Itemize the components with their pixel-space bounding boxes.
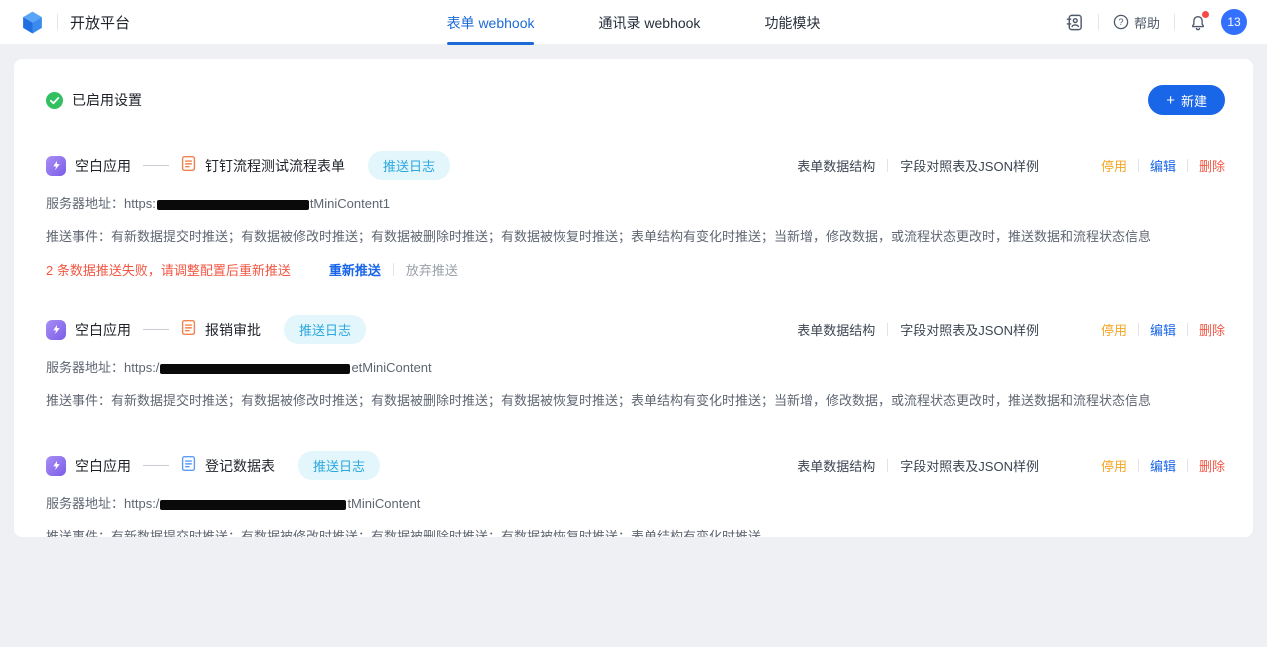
redacted-url <box>160 500 346 510</box>
webhook-item: 空白应用 钉钉流程测试流程表单 推送日志 表单数据结构 字段对照表及JSON样例 <box>32 151 1225 279</box>
disable-button[interactable]: 停用 <box>1101 320 1127 339</box>
push-events-line: 推送事件：有新数据提交时推送；有数据被修改时推送；有数据被删除时推送；有数据被恢… <box>46 228 1225 246</box>
avatar[interactable]: 13 <box>1221 9 1247 35</box>
form-name: 报销审批 <box>205 320 261 340</box>
webhook-item: 空白应用 登记数据表 推送日志 表单数据结构 字段对照表及JSON样例 <box>32 451 1225 537</box>
notification-dot <box>1202 11 1209 18</box>
form-structure-link[interactable]: 表单数据结构 <box>797 156 875 175</box>
push-log-button[interactable]: 推送日志 <box>298 451 380 480</box>
tab-form-webhook[interactable]: 表单 webhook <box>447 0 535 45</box>
disable-button[interactable]: 停用 <box>1101 456 1127 475</box>
dash-connector <box>143 165 169 166</box>
server-address-line: 服务器地址：https:tMiniContent1 <box>46 195 1225 213</box>
notification-bell-icon[interactable] <box>1189 13 1207 32</box>
form-name: 钉钉流程测试流程表单 <box>205 156 345 176</box>
tab-feature-modules[interactable]: 功能模块 <box>764 0 820 45</box>
edit-button[interactable]: 编辑 <box>1150 156 1176 175</box>
app-icon <box>46 320 66 340</box>
new-button-label: 新建 <box>1181 91 1207 110</box>
plus-icon: + <box>1166 93 1175 108</box>
error-message: 2 条数据推送失败，请调整配置后重新推送 <box>46 260 291 279</box>
push-error-line: 2 条数据推送失败，请调整配置后重新推送 重新推送 放弃推送 <box>46 260 1225 279</box>
contacts-book-icon[interactable] <box>1065 13 1084 32</box>
nav-divider <box>1098 14 1099 30</box>
app-name: 空白应用 <box>75 156 131 176</box>
separator <box>1187 159 1188 172</box>
form-structure-link[interactable]: 表单数据结构 <box>797 456 875 475</box>
top-navbar: 开放平台 表单 webhook 通讯录 webhook 功能模块 ? 帮助 <box>0 0 1267 45</box>
server-address-line: 服务器地址：https:/tMiniContent <box>46 495 1225 513</box>
field-mapping-link[interactable]: 字段对照表及JSON样例 <box>900 320 1039 339</box>
field-mapping-link[interactable]: 字段对照表及JSON样例 <box>900 156 1039 175</box>
enabled-settings-label: 已启用设置 <box>72 90 142 110</box>
app-name: 空白应用 <box>75 320 131 340</box>
page-body: 已启用设置 + 新建 空白应用 <box>0 45 1267 551</box>
card-header: 已启用设置 + 新建 <box>32 59 1225 125</box>
page-title: 开放平台 <box>70 12 130 33</box>
separator <box>393 263 394 276</box>
redacted-url <box>160 364 350 374</box>
separator <box>1187 323 1188 336</box>
help-button[interactable]: ? 帮助 <box>1113 13 1160 32</box>
disable-button[interactable]: 停用 <box>1101 156 1127 175</box>
webhook-item: 空白应用 报销审批 推送日志 表单数据结构 字段对照表及JSON样例 <box>32 315 1225 409</box>
delete-button[interactable]: 删除 <box>1199 320 1225 339</box>
redacted-url <box>157 200 309 210</box>
new-button[interactable]: + 新建 <box>1148 85 1225 115</box>
retry-push-button[interactable]: 重新推送 <box>329 260 381 279</box>
enabled-settings-title: 已启用设置 <box>46 90 142 110</box>
nav-divider <box>1174 14 1175 30</box>
server-address-line: 服务器地址：https:/etMiniContent <box>46 359 1225 377</box>
app-icon <box>46 456 66 476</box>
dash-connector <box>143 465 169 466</box>
platform-logo-icon <box>20 10 45 35</box>
svg-text:?: ? <box>1118 17 1123 27</box>
process-form-icon <box>181 319 196 341</box>
delete-button[interactable]: 删除 <box>1199 156 1225 175</box>
delete-button[interactable]: 删除 <box>1199 456 1225 475</box>
edit-button[interactable]: 编辑 <box>1150 320 1176 339</box>
webhook-settings-card: 已启用设置 + 新建 空白应用 <box>14 59 1253 537</box>
separator <box>1187 459 1188 472</box>
separator <box>1138 159 1139 172</box>
separator <box>1138 323 1139 336</box>
push-log-button[interactable]: 推送日志 <box>284 315 366 344</box>
separator <box>887 459 888 472</box>
nav-tabs: 表单 webhook 通讯录 webhook 功能模块 <box>447 0 821 45</box>
form-name: 登记数据表 <box>205 456 275 476</box>
push-log-button[interactable]: 推送日志 <box>368 151 450 180</box>
separator <box>887 323 888 336</box>
push-events-line: 推送事件：有新数据提交时推送；有数据被修改时推送；有数据被删除时推送；有数据被恢… <box>46 528 1225 537</box>
separator <box>887 159 888 172</box>
field-mapping-link[interactable]: 字段对照表及JSON样例 <box>900 456 1039 475</box>
data-form-icon <box>181 455 196 477</box>
form-structure-link[interactable]: 表单数据结构 <box>797 320 875 339</box>
help-label: 帮助 <box>1134 13 1160 32</box>
process-form-icon <box>181 155 196 177</box>
enabled-check-icon <box>46 92 63 109</box>
edit-button[interactable]: 编辑 <box>1150 456 1176 475</box>
separator <box>1138 459 1139 472</box>
nav-divider <box>57 14 58 30</box>
push-events-line: 推送事件：有新数据提交时推送；有数据被修改时推送；有数据被删除时推送；有数据被恢… <box>46 392 1225 410</box>
abandon-push-button[interactable]: 放弃推送 <box>406 260 458 279</box>
app-name: 空白应用 <box>75 456 131 476</box>
dash-connector <box>143 329 169 330</box>
app-icon <box>46 156 66 176</box>
tab-contacts-webhook[interactable]: 通讯录 webhook <box>599 0 701 45</box>
